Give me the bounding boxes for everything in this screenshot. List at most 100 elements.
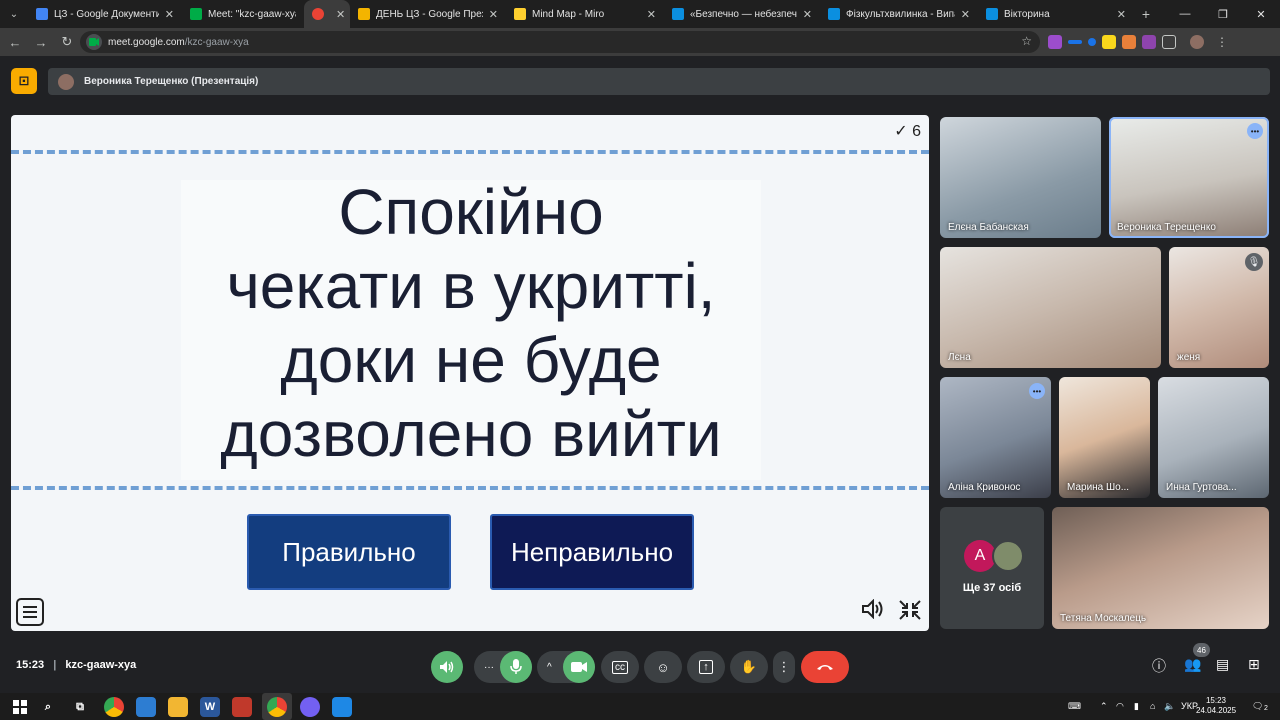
- browser-menu-icon[interactable]: ⋮: [1216, 35, 1228, 49]
- app-icon[interactable]: [136, 697, 156, 717]
- app-icon[interactable]: [232, 697, 252, 717]
- captions-button[interactable]: cc: [601, 651, 639, 683]
- audio-button[interactable]: [431, 651, 463, 683]
- minimize-icon[interactable]: —: [1166, 0, 1204, 28]
- chrome-active-icon[interactable]: [267, 697, 287, 717]
- participant-tile[interactable]: Марина Шо...: [1059, 377, 1150, 498]
- statement-line: Спокійно: [338, 176, 604, 248]
- wifi-icon[interactable]: ◠: [1116, 701, 1124, 712]
- tab-miro[interactable]: Mind Map - Miro ✕: [506, 0, 664, 28]
- participant-name: женя: [1177, 352, 1201, 363]
- tab-docs[interactable]: ЦЗ - Google Документи ✕: [28, 0, 182, 28]
- participant-tile[interactable]: Лєна: [940, 247, 1161, 368]
- sound-icon[interactable]: [861, 598, 885, 625]
- restore-icon[interactable]: ❐: [1204, 0, 1242, 28]
- more-vert-icon: ⋮: [777, 659, 791, 674]
- chrome-icon[interactable]: [104, 697, 124, 717]
- participant-tile[interactable]: Елєна Бабанская: [940, 117, 1101, 238]
- extension-icon[interactable]: [1142, 35, 1156, 49]
- notifications-icon[interactable]: 🗨: [1252, 701, 1263, 712]
- new-tab-button[interactable]: +: [1134, 6, 1158, 22]
- close-tab-icon[interactable]: ✕: [961, 8, 970, 21]
- tab-wordwall-1[interactable]: «Безпечно — небезпечно» - I ✕: [664, 0, 820, 28]
- participant-avatars: A: [964, 540, 1024, 572]
- participant-tile[interactable]: Тетяна Москалець: [1052, 507, 1269, 629]
- more-options-button[interactable]: ⋮: [773, 651, 795, 683]
- more-participants-tile[interactable]: A Ще 37 осіб: [940, 507, 1044, 629]
- extension-icon[interactable]: [1102, 35, 1116, 49]
- keyboard-icon[interactable]: ⌨: [1068, 701, 1081, 712]
- close-tab-icon[interactable]: ✕: [803, 8, 812, 21]
- leave-call-button[interactable]: [801, 651, 849, 683]
- volume-icon[interactable]: 🔈: [1164, 701, 1175, 712]
- battery-icon[interactable]: ▮: [1134, 701, 1139, 712]
- reload-button[interactable]: ↻: [54, 29, 80, 55]
- emoji-button[interactable]: ☺: [644, 651, 682, 683]
- task-view-icon[interactable]: ⧉: [70, 697, 90, 717]
- camera-icon: [571, 662, 587, 672]
- bookmark-star-icon[interactable]: ☆: [1021, 34, 1032, 48]
- windows-start-icon[interactable]: [10, 697, 30, 717]
- tab-wordwall-2[interactable]: Фізкультхвилинка - Випадкові ✕: [820, 0, 978, 28]
- close-tab-icon[interactable]: ✕: [647, 8, 656, 21]
- statement-line: доки не буде: [280, 324, 662, 396]
- close-tab-icon[interactable]: ✕: [1117, 8, 1126, 21]
- dashed-divider-top: [11, 150, 929, 154]
- answer-true-button[interactable]: Правильно: [247, 514, 451, 590]
- tab-label: Meet: "kzc-gaaw-xya": [208, 8, 296, 20]
- taskbar-clock[interactable]: 15:23 24.04.2025: [1196, 696, 1236, 716]
- tab-quiz[interactable]: Вікторина ✕: [978, 0, 1134, 28]
- exit-fullscreen-icon[interactable]: [898, 599, 922, 627]
- participant-tile[interactable]: ••• Аліна Кривонос: [940, 377, 1051, 498]
- slide-menu-icon[interactable]: [16, 598, 44, 626]
- tab-recording[interactable]: ✕: [304, 0, 350, 28]
- participant-tile[interactable]: ••• Вероника Терещенко: [1109, 117, 1269, 238]
- file-explorer-icon[interactable]: [168, 697, 188, 717]
- presenter-label: Вероника Терещенко (Презентація): [84, 76, 259, 87]
- site-info-icon[interactable]: [86, 34, 102, 50]
- tab-meet[interactable]: Meet: "kzc-gaaw-xya": [182, 0, 304, 28]
- chat-icon[interactable]: ▤: [1216, 656, 1229, 673]
- participant-tile[interactable]: Инна Гуртова...: [1158, 377, 1269, 498]
- participant-tile[interactable]: 🎙 женя: [1169, 247, 1269, 368]
- extensions-puzzle-icon[interactable]: [1162, 35, 1176, 49]
- clock-date: 24.04.2025: [1196, 706, 1237, 715]
- address-bar[interactable]: meet.google.com /kzc-gaaw-xya ☆: [80, 31, 1040, 53]
- close-window-icon[interactable]: ✕: [1242, 0, 1280, 28]
- browser-tab-strip: ⌄ ЦЗ - Google Документи ✕ Meet: "kzc-gaa…: [0, 0, 1280, 28]
- participant-name: Елєна Бабанская: [948, 222, 1029, 233]
- raise-hand-button[interactable]: ✋: [730, 651, 768, 683]
- viber-icon[interactable]: [300, 697, 320, 717]
- people-count-badge: 46: [1193, 643, 1210, 657]
- extension-icon[interactable]: [1048, 35, 1062, 49]
- camera-button[interactable]: [563, 651, 595, 683]
- activities-icon[interactable]: ⊞: [1248, 656, 1260, 673]
- close-tab-icon[interactable]: ✕: [165, 8, 174, 21]
- present-screen-icon: ↑: [699, 660, 713, 674]
- meeting-info-icon[interactable]: ⓘ: [1152, 656, 1166, 676]
- layout-pin-icon[interactable]: ⊡: [11, 68, 37, 94]
- close-tab-icon[interactable]: ✕: [336, 8, 345, 21]
- answer-false-button[interactable]: Неправильно: [490, 514, 694, 590]
- tab-label: ДЕНЬ ЦЗ - Google Презентації: [376, 8, 483, 20]
- profile-avatar[interactable]: [1190, 35, 1204, 49]
- back-button[interactable]: ←: [2, 29, 28, 55]
- app-icon[interactable]: [332, 697, 352, 717]
- tab-slides[interactable]: ДЕНЬ ЦЗ - Google Презентації ✕: [350, 0, 506, 28]
- extension-icon[interactable]: [1122, 35, 1136, 49]
- mic-icon: [510, 659, 522, 674]
- chevron-up-icon[interactable]: ⌃: [1100, 701, 1108, 712]
- network-icon[interactable]: ⌂: [1150, 701, 1155, 711]
- extension-icon[interactable]: [1068, 40, 1082, 44]
- mic-button[interactable]: [500, 651, 532, 683]
- present-button[interactable]: ↑: [687, 651, 725, 683]
- participant-name: Марина Шо...: [1067, 482, 1130, 493]
- forward-button[interactable]: →: [28, 29, 54, 55]
- people-icon[interactable]: 👥: [1184, 656, 1201, 673]
- tab-search-chevron-icon[interactable]: ⌄: [0, 0, 28, 28]
- search-icon[interactable]: ⌕: [38, 697, 58, 717]
- extension-icon[interactable]: [1088, 38, 1096, 46]
- word-icon[interactable]: W: [200, 697, 220, 717]
- window-controls: — ❐ ✕: [1166, 0, 1280, 28]
- close-tab-icon[interactable]: ✕: [489, 8, 498, 21]
